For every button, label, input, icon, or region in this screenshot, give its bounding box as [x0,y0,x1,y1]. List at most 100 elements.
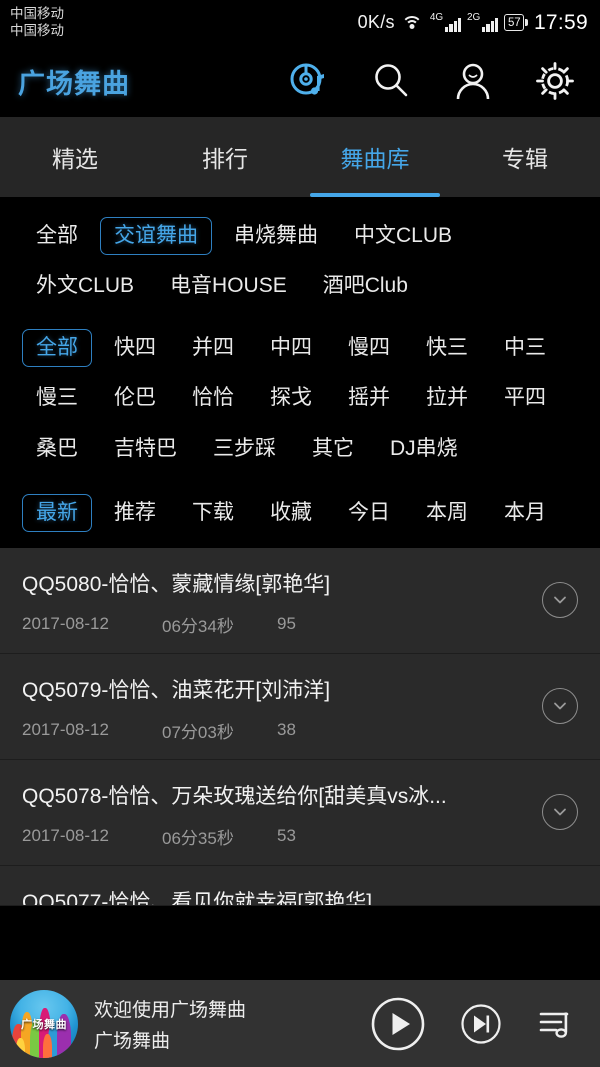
filter-category-dianyin-house[interactable]: 电音HOUSE [156,267,301,305]
carrier-labels: 中国移动 中国移动 [10,6,64,40]
tab-label: 舞曲库 [340,146,410,172]
filter-style-sangba[interactable]: 桑巴 [22,430,92,468]
filter-sort-this-week[interactable]: 本周 [412,494,482,532]
song-count: 38 [277,720,296,740]
tab-wuqu-ku[interactable]: 舞曲库 [300,117,450,197]
search-icon[interactable] [370,60,412,102]
filter-style-kuaisi[interactable]: 快四 [100,329,170,367]
filter-group-sort: 最新 推荐 下载 收藏 今日 本周 本月 [0,488,600,538]
album-artwork[interactable]: 广场舞曲 [10,989,78,1058]
filter-style-yaobing[interactable]: 摇并 [334,379,404,417]
mini-player: 广场舞曲 欢迎使用广场舞曲 广场舞曲 [0,980,600,1067]
player-track-subtitle: 广场舞曲 [94,1030,171,1052]
app-header: 广场舞曲 [0,45,600,117]
filter-category-waiwen-club[interactable]: 外文CLUB [22,267,148,305]
tab-jingxuan[interactable]: 精选 [0,117,150,197]
filter-category-jiaoyi[interactable]: 交谊舞曲 [100,217,212,256]
sim1-network-label: 4G [429,12,444,23]
signal-sim1-icon: 4G [430,13,461,32]
filter-style-labing[interactable]: 拉并 [412,379,482,417]
table-row[interactable]: QQ5080-恰恰、蒙藏情缘[郭艳华] 2017-08-12 06分34秒 95 [0,548,600,654]
sim2-network-label: 2G [466,12,481,23]
download-icon[interactable] [542,582,578,619]
main-tabs: 精选 排行 舞曲库 专辑 [0,117,600,197]
download-icon[interactable] [542,688,578,725]
player-controls [370,996,584,1052]
song-duration: 07分03秒 [162,722,234,742]
song-count: 95 [277,614,296,634]
song-title: QQ5080-恰恰、蒙藏情缘[郭艳华] [22,572,331,596]
filter-sort-newest[interactable]: 最新 [22,493,92,532]
tab-zhuanji[interactable]: 专辑 [450,117,600,197]
filter-style-tange[interactable]: 探戈 [256,379,326,417]
status-bar: 中国移动 中国移动 0K/s 4G 2G 57 17:59 [0,0,600,45]
signal-sim2-icon: 2G [466,12,499,32]
song-meta: 2017-08-12 06分35秒 53 [22,824,530,849]
carrier-sim2: 中国移动 [10,22,64,38]
playlist-queue-button[interactable] [536,1003,578,1045]
filter-sort-recommend[interactable]: 推荐 [100,494,170,532]
song-meta: 2017-08-12 06分34秒 95 [22,612,530,637]
song-date: 2017-08-12 [22,614,109,634]
table-row[interactable]: QQ5078-恰恰、万朵玫瑰送给你[甜美真vs冰... 2017-08-12 0… [0,760,600,866]
page-title: 广场舞曲 [18,68,130,99]
table-row[interactable]: QQ5077-恰恰、看见你就幸福[郭艳华] [0,866,600,906]
filter-style-mansi[interactable]: 慢四 [334,329,404,367]
song-list: QQ5080-恰恰、蒙藏情缘[郭艳华] 2017-08-12 06分34秒 95… [0,547,600,906]
filter-category-chuanshao[interactable]: 串烧舞曲 [220,217,332,255]
filter-style-kuaisan[interactable]: 快三 [412,329,482,367]
tab-label: 精选 [52,146,98,172]
song-count: 53 [277,826,296,846]
song-title: QQ5078-恰恰、万朵玫瑰送给你[甜美真vs冰... [22,784,447,808]
status-indicators: 0K/s 4G 2G 57 17:59 [358,11,588,35]
filter-style-qita[interactable]: 其它 [298,430,368,468]
tab-paihang[interactable]: 排行 [150,117,300,197]
player-text[interactable]: 欢迎使用广场舞曲 广场舞曲 [94,995,246,1053]
filter-style-qiaqia[interactable]: 恰恰 [178,379,248,417]
song-meta: 2017-08-12 07分03秒 38 [22,718,530,743]
song-title: QQ5077-恰恰、看见你就幸福[郭艳华] [22,890,373,906]
table-row[interactable]: QQ5079-恰恰、油菜花开[刘沛洋] 2017-08-12 07分03秒 38 [0,654,600,760]
filter-sort-favorite[interactable]: 收藏 [256,494,326,532]
filter-style-lunba[interactable]: 伦巴 [100,379,170,417]
wifi-icon [401,14,424,32]
network-speed: 0K/s [357,12,395,32]
filter-category-zhongwen-club[interactable]: 中文CLUB [340,217,466,255]
song-duration: 06分35秒 [162,828,234,848]
carrier-sim1: 中国移动 [10,5,64,21]
filter-group-style: 全部 快四 并四 中四 慢四 快三 中三 慢三 伦巴 恰恰 探戈 摇并 拉并 平… [0,323,600,473]
filter-style-bingsi[interactable]: 并四 [178,329,248,367]
filter-style-mansan[interactable]: 慢三 [22,379,92,417]
filter-style-all[interactable]: 全部 [22,329,92,368]
song-title: QQ5079-恰恰、油菜花开[刘沛洋] [22,678,331,702]
filter-style-jiteba[interactable]: 吉特巴 [100,430,191,468]
filter-category-all[interactable]: 全部 [22,217,92,255]
user-icon[interactable] [452,60,494,102]
filter-sort-today[interactable]: 今日 [334,494,404,532]
song-date: 2017-08-12 [22,826,109,846]
settings-gear-icon[interactable] [534,60,576,102]
filter-style-dj-chuanshao[interactable]: DJ串烧 [376,430,472,468]
status-clock: 17:59 [533,10,588,34]
filter-panel: 全部 交谊舞曲 串烧舞曲 中文CLUB 外文CLUB 电音HOUSE 酒吧Clu… [0,197,600,548]
disc-music-icon[interactable] [288,60,330,102]
filter-group-category: 全部 交谊舞曲 串烧舞曲 中文CLUB 外文CLUB 电音HOUSE 酒吧Clu… [0,211,600,311]
header-actions [288,60,582,102]
filter-style-zhongsan[interactable]: 中三 [490,329,560,367]
song-duration: 06分34秒 [162,616,234,636]
filter-style-zhongsi[interactable]: 中四 [256,329,326,367]
app-root: 中国移动 中国移动 0K/s 4G 2G 57 17:59 广场舞曲 精选 排行… [0,0,600,1067]
album-artwork-label: 广场舞曲 [21,1018,67,1031]
filter-category-jiuba-club[interactable]: 酒吧Club [309,267,422,305]
tab-label: 排行 [202,146,248,172]
play-button[interactable] [370,996,426,1052]
download-icon[interactable] [542,794,578,831]
filter-style-sanbucai[interactable]: 三步踩 [199,430,290,468]
filter-sort-download[interactable]: 下载 [178,494,248,532]
filter-style-pingsi[interactable]: 平四 [490,379,560,417]
tab-label: 专辑 [502,146,548,172]
player-track-title: 欢迎使用广场舞曲 [94,999,247,1021]
next-track-button[interactable] [460,1003,502,1045]
filter-sort-this-month[interactable]: 本月 [490,494,560,532]
battery-icon: 57 [504,14,528,31]
